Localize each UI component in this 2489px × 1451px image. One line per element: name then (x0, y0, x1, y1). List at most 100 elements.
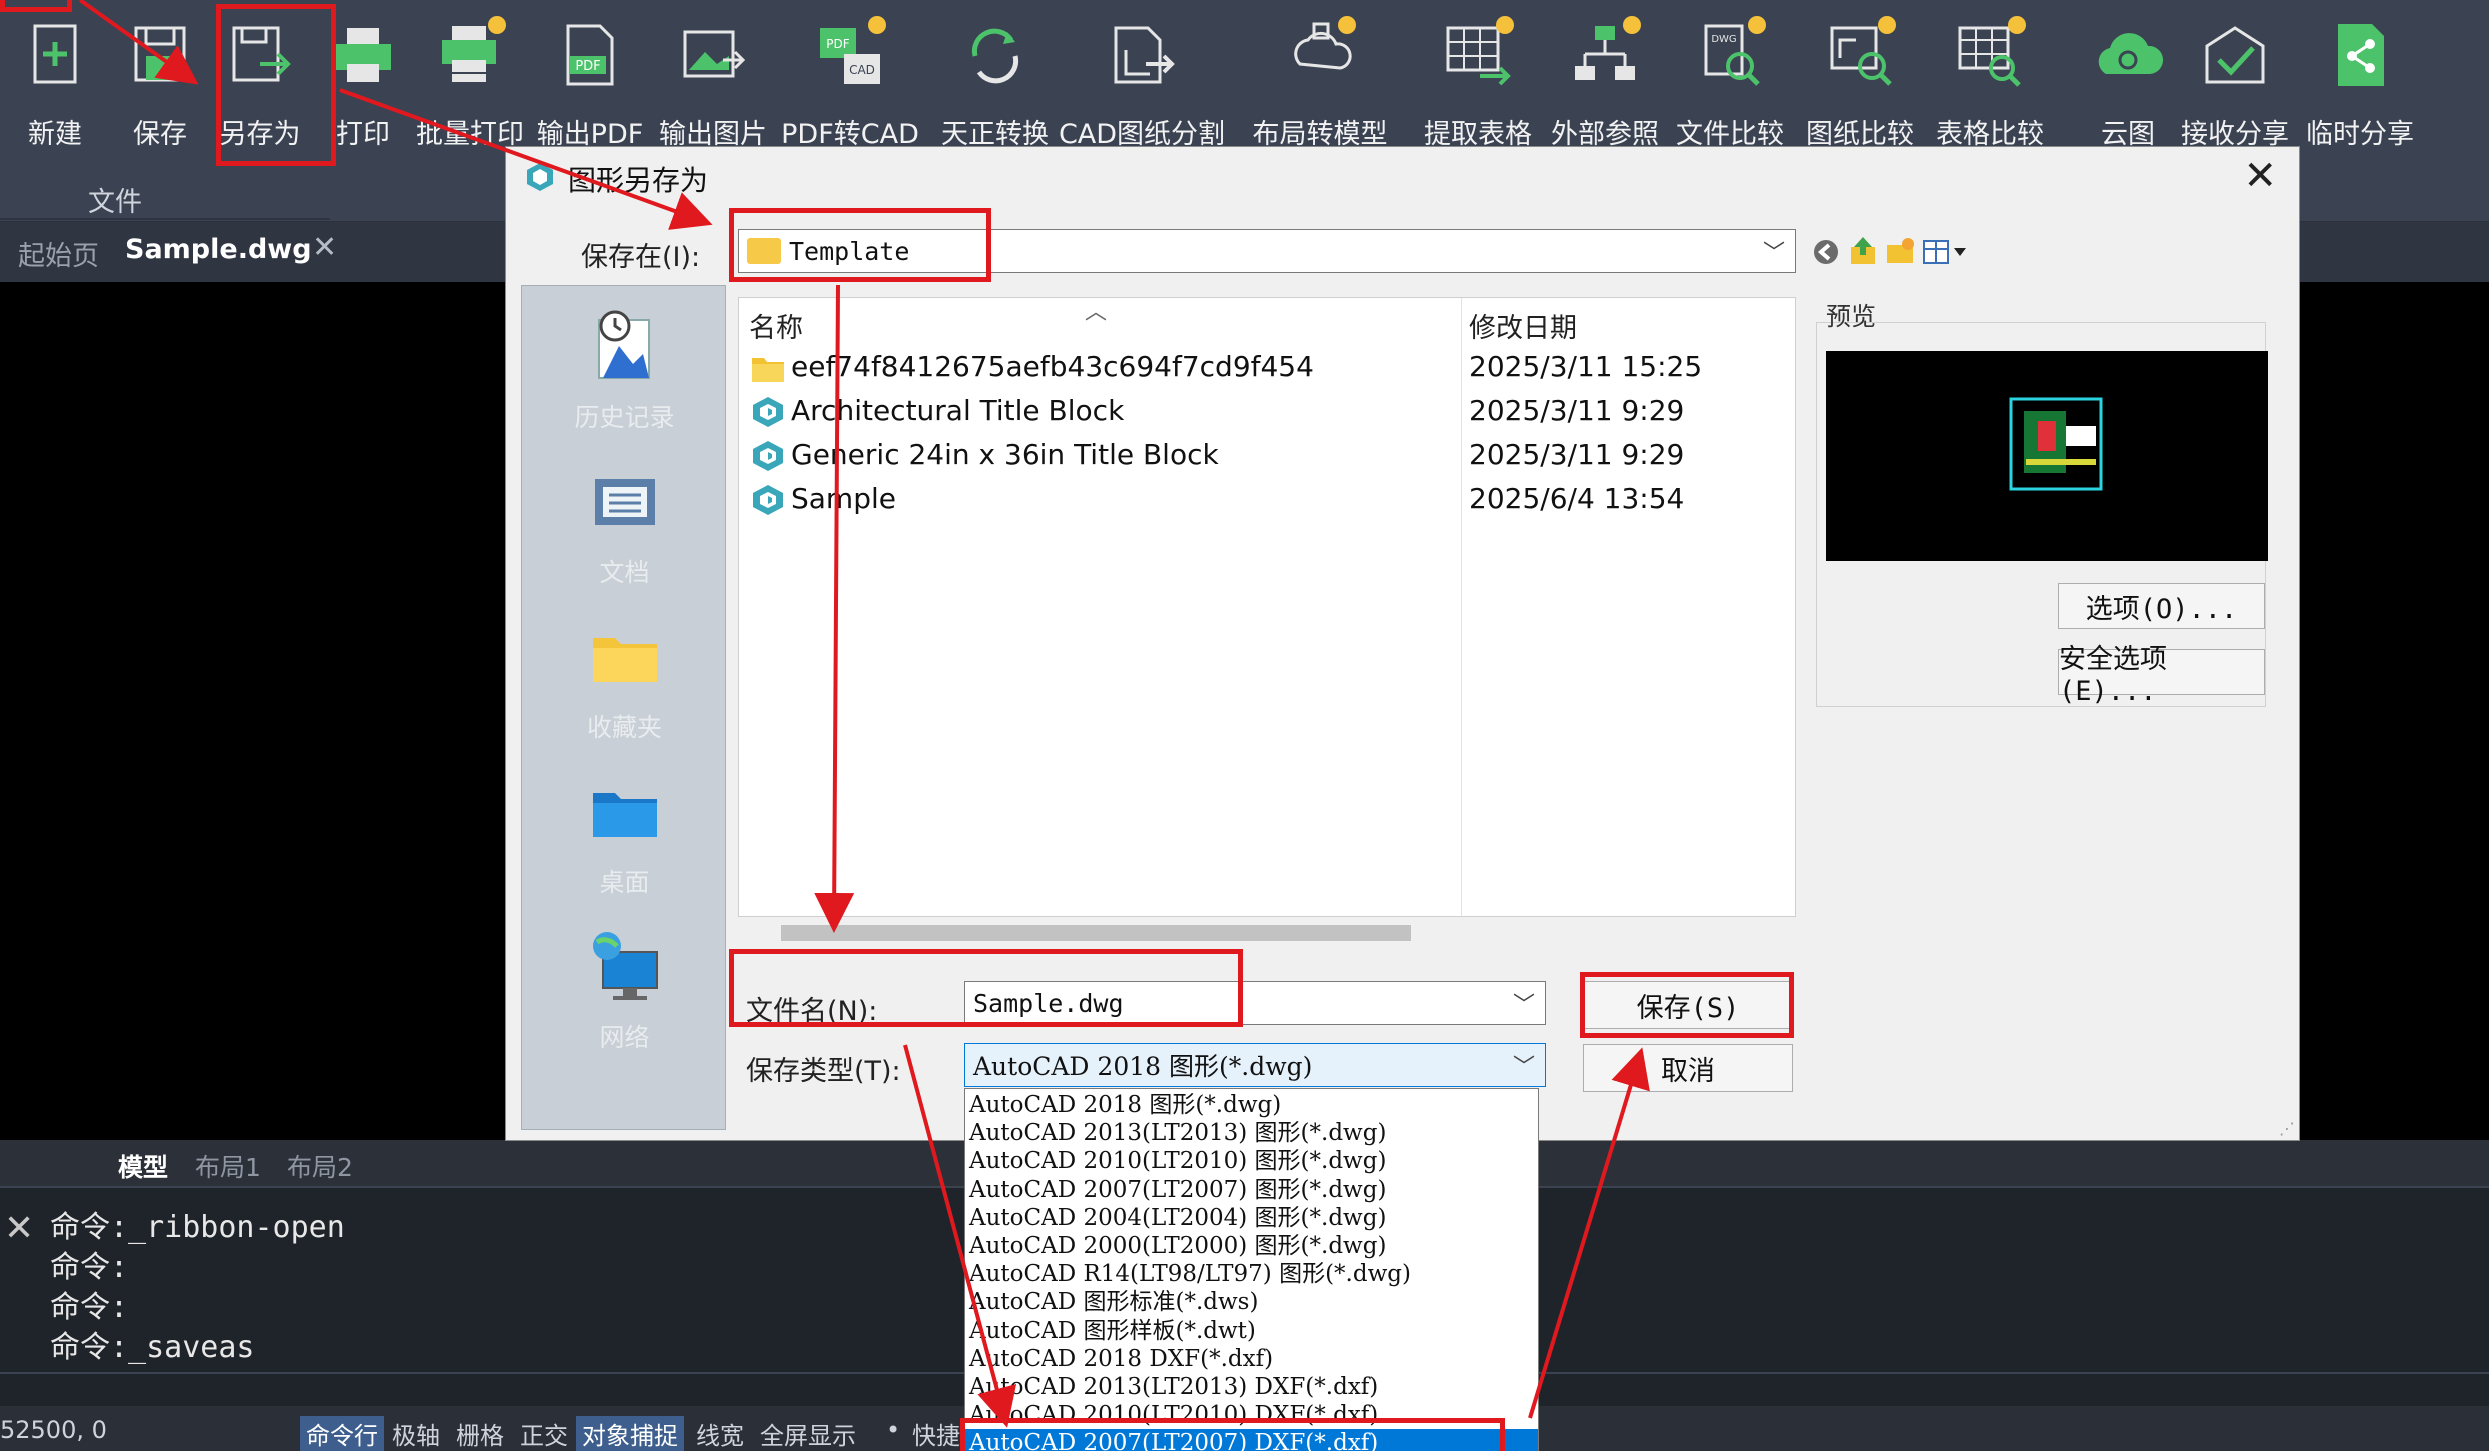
file-name: Generic 24in x 36in Title Block (791, 438, 1219, 471)
up-folder-icon[interactable] (1848, 235, 1878, 267)
new-file-icon (15, 10, 95, 102)
view-menu-icon[interactable] (1922, 237, 1970, 267)
drawing-preview-image (2009, 397, 2103, 491)
column-header-name[interactable]: 名称 (749, 306, 803, 345)
receive-share-icon (2195, 10, 2275, 102)
tab-start-page[interactable]: 起始页 (18, 234, 99, 273)
ribbon-button-label: 保存 (133, 119, 187, 150)
place-favorites[interactable]: 收藏夹 (522, 616, 727, 744)
ribbon-button-tablecompare[interactable]: 表格比较 (1935, 10, 2045, 160)
new-folder-icon[interactable] (1884, 235, 1916, 267)
file-list-row[interactable]: Architectural Title Block 2025/3/11 9:29 (739, 390, 1797, 434)
filetype-option[interactable]: AutoCAD 图形样板(*.dwt) (965, 1317, 1538, 1345)
ribbon-group-label-file: 文件 (88, 187, 142, 218)
filetype-option[interactable]: AutoCAD 2013(LT2013) DXF(*.dxf) (965, 1373, 1538, 1401)
ribbon-button-label: 新建 (28, 119, 82, 150)
dialog-titlebar: 图形另存为 ✕ (506, 147, 2299, 207)
tab-close-icon[interactable]: ✕ (312, 230, 337, 265)
filetype-option[interactable]: AutoCAD 2013(LT2013) 图形(*.dwg) (965, 1119, 1538, 1147)
status-toggle-lineweight[interactable]: 线宽 (696, 1416, 744, 1451)
ribbon-button-xref[interactable]: 外部参照 (1550, 10, 1660, 160)
filetype-label: 保存类型(T): (746, 1056, 901, 1087)
ribbon-button-save[interactable]: 保存 (105, 10, 215, 160)
file-list-row[interactable]: Generic 24in x 36in Title Block 2025/3/11… (739, 434, 1797, 478)
svg-text:PDF: PDF (575, 59, 600, 74)
ribbon-button-batchprint[interactable]: 批量打印 (415, 10, 525, 160)
filetype-option[interactable]: AutoCAD 2007(LT2007) 图形(*.dwg) (965, 1176, 1538, 1204)
command-close-icon[interactable]: ✕ (4, 1208, 34, 1249)
ribbon-button-exportpdf[interactable]: PDF 输出PDF (535, 10, 645, 160)
status-coordinates: 52500, 0 (0, 1416, 107, 1444)
command-history-line: 命令:_ribbon-open (50, 1210, 345, 1245)
status-toggle-polar[interactable]: 极轴 (392, 1416, 440, 1451)
file-name: eef74f8412675aefb43c694f7cd9f454 (791, 350, 1314, 383)
vip-badge-icon (868, 16, 886, 34)
filetype-option[interactable]: AutoCAD 图形标准(*.dws) (965, 1288, 1538, 1316)
filetype-option[interactable]: AutoCAD 2004(LT2004) 图形(*.dwg) (965, 1204, 1538, 1232)
ribbon-button-exportimg[interactable]: 输出图片 (658, 10, 768, 160)
resize-grip-icon[interactable]: ⋰ (2279, 1119, 2295, 1138)
horizontal-scrollbar[interactable] (781, 925, 1411, 941)
filetype-option[interactable]: AutoCAD 2010(LT2010) 图形(*.dwg) (965, 1147, 1538, 1175)
security-options-button[interactable]: 安全选项(E)... (2058, 644, 2265, 707)
file-list-row[interactable]: eef74f8412675aefb43c694f7cd9f454 2025/3/1… (739, 346, 1797, 390)
ribbon-button-drawcompare[interactable]: 图纸比较 (1805, 10, 1915, 160)
filetype-option[interactable]: AutoCAD 2018 图形(*.dwg) (965, 1091, 1538, 1119)
place-history[interactable]: 历史记录 (522, 306, 727, 434)
ribbon-button-tempshare[interactable]: 临时分享 (2305, 10, 2415, 160)
vip-badge-icon (1623, 16, 1641, 34)
ribbon-button-receive[interactable]: 接收分享 (2180, 10, 2290, 160)
svg-text:PDF: PDF (826, 37, 849, 51)
dwg-file-icon (753, 397, 783, 427)
ribbon-button-tzconvert[interactable]: 天正转换 (940, 10, 1050, 160)
status-toggle-shortcut[interactable]: 快捷 (912, 1416, 960, 1451)
chevron-down-icon: ﹀ (1512, 993, 1535, 1018)
file-date: 2025/6/4 13:54 (1469, 482, 1685, 515)
place-documents[interactable]: 文档 (522, 461, 727, 589)
filetype-option[interactable]: AutoCAD 2018 DXF(*.dxf) (965, 1345, 1538, 1373)
filetype-option[interactable]: AutoCAD R14(LT98/LT97) 图形(*.dwg) (965, 1260, 1538, 1288)
dialog-close-icon[interactable]: ✕ (2243, 153, 2277, 199)
status-toggle-osnap[interactable]: 对象捕捉 (576, 1416, 684, 1451)
layout-tab-1[interactable]: 布局1 (195, 1148, 261, 1184)
back-icon[interactable] (1811, 237, 1841, 267)
annotation-box-template (729, 208, 991, 282)
status-toggle-command-line[interactable]: 命令行 (300, 1416, 384, 1451)
favorites-folder-icon (592, 638, 657, 682)
status-toggle-ortho[interactable]: 正交 (520, 1416, 568, 1451)
ribbon-button-split[interactable]: CAD图纸分割 (1059, 10, 1225, 160)
annotation-box-top (0, 0, 72, 12)
layout-tab-2[interactable]: 布局2 (287, 1148, 353, 1184)
table-compare-icon (1950, 10, 2030, 102)
ribbon-button-pdf2cad[interactable]: PDF CAD PDF转CAD (781, 10, 919, 160)
place-desktop[interactable]: 桌面 (522, 771, 727, 899)
ribbon-button-extracttable[interactable]: 提取表格 (1423, 10, 1533, 160)
options-button[interactable]: 选项(O)... (2058, 583, 2265, 629)
status-toggle-grid[interactable]: 栅格 (456, 1416, 504, 1451)
filetype-option[interactable]: AutoCAD 2000(LT2000) 图形(*.dwg) (965, 1232, 1538, 1260)
save-in-label: 保存在(I): (581, 242, 701, 273)
column-header-date[interactable]: 修改日期 (1469, 306, 1577, 345)
app-logo-icon (527, 163, 553, 191)
ribbon-button-cloud[interactable]: 云图 (2073, 10, 2183, 160)
place-network[interactable]: 网络 (522, 926, 727, 1054)
ribbon-button-label: 临时分享 (2306, 119, 2414, 150)
file-list-row[interactable]: Sample 2025/6/4 13:54 (739, 478, 1797, 522)
split-icon (1102, 10, 1182, 102)
ribbon-button-new[interactable]: 新建 (0, 10, 110, 160)
layout-tab-model[interactable]: 模型 (118, 1148, 168, 1184)
annotation-box-saveas (216, 4, 336, 166)
ribbon-button-filecompare[interactable]: DWG 文件比较 (1675, 10, 1785, 160)
documents-icon (594, 479, 655, 525)
tab-sample-dwg[interactable]: Sample.dwg (125, 234, 312, 265)
file-compare-icon: DWG (1690, 10, 1770, 102)
ribbon-button-layout2model[interactable]: 布局转模型 (1253, 10, 1388, 160)
status-dot: • (886, 1416, 901, 1444)
chevron-down-icon: ﹀ (1512, 1055, 1535, 1080)
convert-icon (955, 10, 1035, 102)
filetype-select[interactable]: AutoCAD 2018 图形(*.dwg) ﹀ (964, 1043, 1546, 1087)
status-toggle-fullscreen[interactable]: 全屏显示 (760, 1416, 856, 1451)
cancel-button[interactable]: 取消 (1583, 1044, 1793, 1092)
network-icon (592, 932, 658, 1000)
place-label: 文档 (599, 558, 650, 587)
